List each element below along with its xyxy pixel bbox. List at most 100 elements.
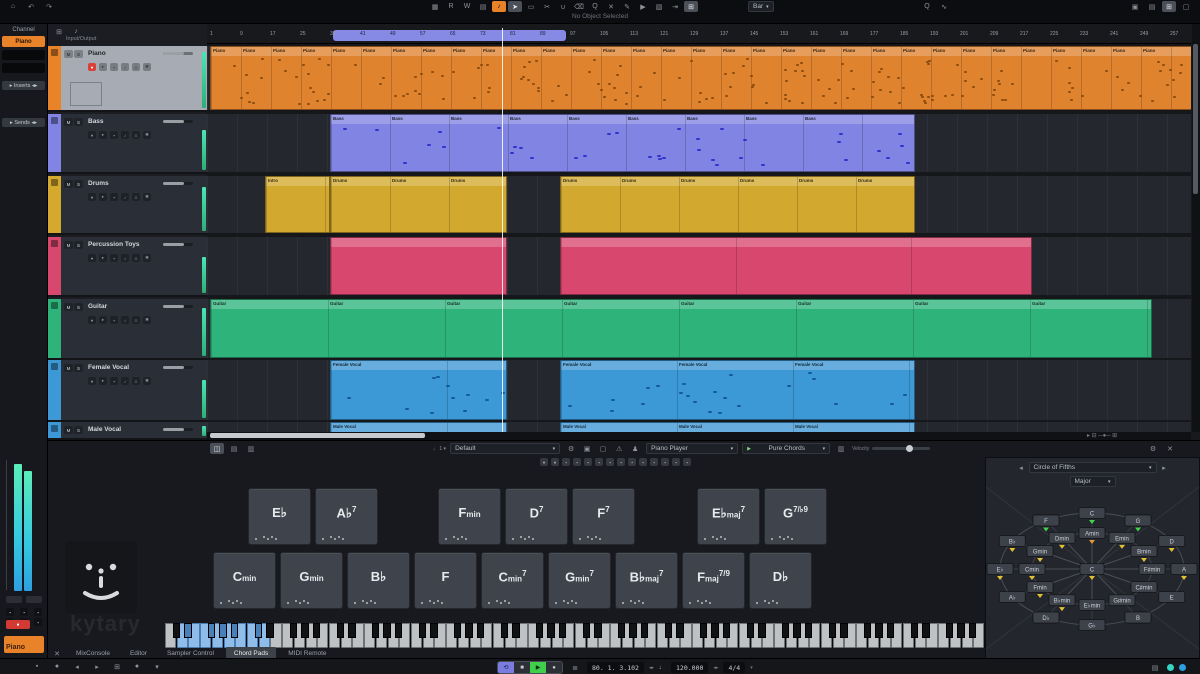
circle-node-C♯min[interactable]: C♯min xyxy=(1131,582,1157,593)
black-key[interactable] xyxy=(419,623,426,638)
circle-node-E[interactable]: E xyxy=(1159,592,1185,603)
channel-section-inserts[interactable]: ▸ Inserts ◂▸ xyxy=(2,81,45,90)
play-tool-icon[interactable]: ▶ xyxy=(636,1,650,12)
track-row-piano[interactable]: MSPiano●▸▪♪≡✱ xyxy=(48,46,207,112)
track-control-button[interactable]: ▪ xyxy=(110,316,118,324)
chord-pad-Bbmaj7[interactable]: B♭maj7 xyxy=(615,552,678,609)
circle-node-C[interactable]: C xyxy=(1079,508,1105,525)
solo-button[interactable]: S xyxy=(74,241,83,249)
black-key[interactable] xyxy=(395,623,402,638)
acoustic-feedback-icon[interactable]: ♪ xyxy=(492,1,506,12)
black-key[interactable] xyxy=(957,623,964,638)
glue-tool-icon[interactable]: ∪ xyxy=(556,1,570,12)
automation-read-icon[interactable]: R xyxy=(444,1,458,12)
black-key[interactable] xyxy=(173,623,180,638)
track-control-button[interactable]: ✱ xyxy=(143,193,151,201)
undo-icon[interactable]: ↶ xyxy=(24,1,38,12)
workspaces-icon[interactable]: ⊞ xyxy=(1162,1,1176,12)
track-control-button[interactable]: ▸ xyxy=(99,131,107,139)
record-button[interactable]: ● xyxy=(546,662,562,673)
track-control-button[interactable]: ▸ xyxy=(99,377,107,385)
clip-bass[interactable]: BassBassBassBassBassBassBassBassBass xyxy=(330,114,915,172)
black-key[interactable] xyxy=(840,623,847,638)
track-control-button[interactable]: ▸ xyxy=(99,193,107,201)
track-control-button[interactable]: ▪ xyxy=(110,377,118,385)
black-key[interactable] xyxy=(301,623,308,638)
automation-write-icon[interactable]: W xyxy=(460,1,474,12)
chord-pad-G7bb9[interactable]: G7/♭9 xyxy=(764,488,827,545)
studio-setup-icon[interactable]: ▣ xyxy=(1128,1,1142,12)
snap-icon[interactable]: ⊞ xyxy=(684,1,698,12)
redo-icon[interactable]: ↷ xyxy=(42,1,56,12)
v-scrollbar[interactable] xyxy=(1192,24,1200,432)
track-control-button[interactable]: ♪ xyxy=(121,193,129,201)
record-enable-button[interactable]: ● xyxy=(6,620,30,629)
solo-button[interactable]: S xyxy=(74,364,83,372)
sustain-icon[interactable]: ▢ xyxy=(596,443,610,454)
pad-remote-mini-button[interactable]: ▪ xyxy=(606,458,614,466)
black-key[interactable] xyxy=(782,623,789,638)
black-key[interactable] xyxy=(231,623,238,638)
velocity-slider[interactable] xyxy=(872,447,930,450)
window-layout-icon[interactable]: ▢ xyxy=(1179,1,1193,12)
chord-pad-Gmin7[interactable]: Gmin7 xyxy=(548,552,611,609)
workspace-icon[interactable]: ▦ xyxy=(428,1,442,12)
chord-pad-F[interactable]: F xyxy=(414,552,477,609)
mute-button[interactable]: M xyxy=(64,426,73,434)
track-control-button[interactable]: ▸ xyxy=(99,63,107,71)
circle-node-B♭[interactable]: B♭ xyxy=(999,536,1025,553)
channel-footer-track-label[interactable]: Piano xyxy=(4,636,44,653)
player-select[interactable]: Piano Player ▾ xyxy=(646,443,738,454)
zoom-tool-icon[interactable]: Q xyxy=(588,1,602,12)
track-volume-slider[interactable] xyxy=(163,52,193,55)
track-control-button[interactable]: ● xyxy=(88,193,96,201)
audition-icon[interactable]: ∿ xyxy=(937,1,951,12)
black-key[interactable] xyxy=(372,623,379,638)
black-key[interactable] xyxy=(641,623,648,638)
black-key[interactable] xyxy=(348,623,355,638)
count-in-icon[interactable]: ● xyxy=(130,661,144,672)
channel-mini-button[interactable]: ▪ xyxy=(34,618,42,626)
track-control-button[interactable]: ✱ xyxy=(143,63,151,71)
chord-pad-Fmin[interactable]: Fmin xyxy=(438,488,501,545)
circle-node-G♯min[interactable]: G♯min xyxy=(1109,595,1135,606)
chord-pad-F7[interactable]: F7 xyxy=(572,488,635,545)
keyboard-focus-icon[interactable]: ▤ xyxy=(1148,662,1162,673)
midi-in-icon[interactable]: ▪ xyxy=(30,661,44,672)
track-volume-slider[interactable] xyxy=(163,120,193,123)
stop-button[interactable]: ■ xyxy=(514,662,530,673)
grid-type-select[interactable]: Bar ▾ xyxy=(748,1,774,12)
track-lane-percussion-toys[interactable] xyxy=(207,237,1191,295)
black-key[interactable] xyxy=(477,623,484,638)
black-key[interactable] xyxy=(266,623,273,638)
zoom-controls[interactable]: ▸ ⊟ ─●─ ⊞ xyxy=(1087,432,1117,439)
clip-female-vocal[interactable]: Female VocalFemale VocalFemale Vocal xyxy=(560,360,915,420)
adaptive-voicing-icon[interactable]: ▣ xyxy=(580,443,594,454)
circle-node-E♭[interactable]: E♭ xyxy=(987,564,1013,581)
track-lane-female-vocal[interactable]: Female VocalFemale VocalFemale VocalFema… xyxy=(207,360,1191,420)
black-key[interactable] xyxy=(805,623,812,638)
black-key[interactable] xyxy=(747,623,754,638)
midi-out-icon[interactable]: ● xyxy=(50,661,64,672)
close-lower-zone-icon[interactable]: ✕ xyxy=(1163,443,1177,454)
black-key[interactable] xyxy=(383,623,390,638)
tempo-display[interactable]: 120.000 xyxy=(671,662,708,673)
track-row-guitar[interactable]: MSGuitar●▸▪♪≡✱ xyxy=(48,299,207,360)
black-key[interactable] xyxy=(454,623,461,638)
track-lane-bass[interactable]: BassBassBassBassBassBassBassBassBass xyxy=(207,114,1191,172)
autoscroll-icon[interactable]: ⇥ xyxy=(668,1,682,12)
add-track-icon[interactable]: ⊞ xyxy=(52,26,66,37)
pad-remote-mini-button[interactable]: ▪ xyxy=(672,458,680,466)
assistant-view-icon[interactable]: ▥ xyxy=(244,443,258,454)
tempo-track-icon[interactable]: ▾ xyxy=(150,661,164,672)
black-key[interactable] xyxy=(290,623,297,638)
preset-select[interactable]: Default ▾ xyxy=(450,443,560,454)
black-key[interactable] xyxy=(559,623,566,638)
mute-tool-icon[interactable]: ✕ xyxy=(604,1,618,12)
chord-pad-Eb[interactable]: E♭ xyxy=(248,488,311,545)
black-key[interactable] xyxy=(313,623,320,638)
mute-button[interactable]: M xyxy=(64,180,73,188)
track-lane-guitar[interactable]: GuitarGuitarGuitarGuitarGuitarGuitarGuit… xyxy=(207,299,1191,358)
pad-remote-mini-button[interactable]: ▪ xyxy=(639,458,647,466)
track-row-drums[interactable]: MSDrums●▸▪♪≡✱ xyxy=(48,176,207,235)
